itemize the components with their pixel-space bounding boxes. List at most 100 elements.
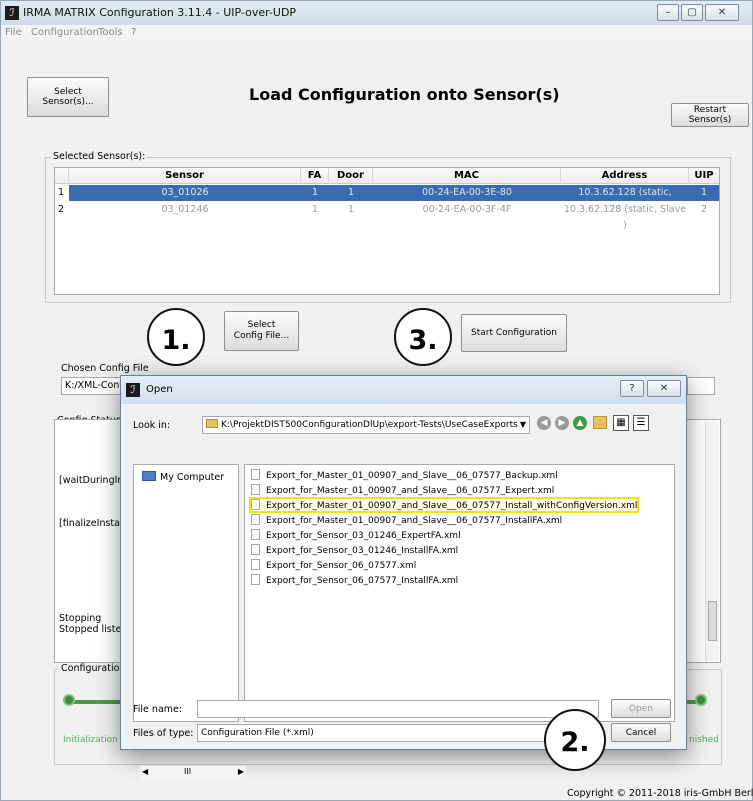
sidebar-item-my-computer[interactable]: My Computer <box>142 471 224 483</box>
select-sensor-button[interactable]: Select Sensor(s)... <box>27 77 109 117</box>
file-icon <box>251 574 260 585</box>
cell-fa: 1 <box>311 204 319 215</box>
annotation-step-2: 2. <box>544 709 606 771</box>
chosen-config-field-end <box>687 377 715 395</box>
open-dialog: ℐ Open ? ✕ Look in: K:\ProjektDIST500Con… <box>120 375 687 779</box>
select-config-label-1: Select <box>247 320 276 330</box>
restart-sensor-button[interactable]: Restart Sensor(s) <box>671 103 749 127</box>
file-name: Export_for_Master_01_00907_and_Slave__06… <box>266 501 638 511</box>
forward-icon[interactable]: ▶ <box>555 416 569 430</box>
sidebar-pane: My Computer ◀ III ▶ <box>133 464 246 779</box>
cell-mac: 00-24-EA-00-3F-4F <box>422 204 512 215</box>
open-button[interactable]: Open <box>611 699 671 718</box>
file-name: Export_for_Sensor_03_01246_InstallFA.xml <box>266 546 459 556</box>
cell-door: 1 <box>347 204 355 215</box>
look-in-label: Look in: <box>133 420 171 431</box>
sidebar-scrollbar[interactable]: ◀ III ▶ <box>140 765 246 779</box>
sensor-table: Sensor FA Door MAC Address UIP 1 03_0102… <box>54 167 720 295</box>
list-item[interactable]: Export_for_Sensor_03_01246_InstallFA.xml <box>251 544 458 556</box>
cell-mac: 00-24-EA-00-3E-80 <box>422 187 512 198</box>
annotation-step-1: 1. <box>147 308 205 366</box>
cell-sensor: 03_01246 <box>161 204 209 215</box>
list-item[interactable]: Export_for_Master_01_00907_and_Slave__06… <box>251 514 562 526</box>
app-logo-icon: ℐ <box>5 6 19 20</box>
file-name: Export_for_Master_01_00907_and_Slave__06… <box>266 516 563 526</box>
list-item[interactable]: Export_for_Sensor_06_07577_InstallFA.xml <box>251 574 458 586</box>
menu-bar: File Configuration Tools ? <box>1 25 752 40</box>
close-button[interactable]: ✕ <box>705 4 739 21</box>
file-icon <box>251 514 260 525</box>
dialog-body: Look in: K:\ProjektDIST500ConfigurationD… <box>127 406 680 779</box>
dialog-help-button[interactable]: ? <box>620 380 644 397</box>
menu-help[interactable]: ? <box>131 25 136 40</box>
file-icon <box>251 469 260 480</box>
row-index: 1 <box>55 185 69 201</box>
detail-view-icon[interactable]: ▦ <box>613 415 629 431</box>
cell-uip: 1 <box>700 187 708 198</box>
minimize-button[interactable]: – <box>657 4 679 21</box>
table-header: Sensor FA Door MAC Address UIP <box>55 168 719 184</box>
status-line: Stopping <box>59 613 102 624</box>
table-row[interactable]: 1 03_01026 1 1 00-24-EA-00-3E-80 10.3.62… <box>55 185 719 214</box>
computer-icon <box>142 471 156 481</box>
list-item[interactable]: Export_for_Sensor_03_01246_ExpertFA.xml <box>251 529 461 541</box>
file-name: Export_for_Sensor_06_07577.xml <box>266 561 417 571</box>
start-configuration-button[interactable]: Start Configuration <box>461 314 567 352</box>
title-bar: ℐ IRMA MATRIX Configuration 3.11.4 - UIP… <box>1 1 752 25</box>
file-type-label: Files of type: <box>133 728 194 739</box>
cell-uip: 2 <box>700 204 708 215</box>
new-folder-icon[interactable] <box>593 416 607 429</box>
selected-sensors-label: Selected Sensor(s): <box>51 151 148 162</box>
progress-label-initialization: Initialization <box>63 735 118 745</box>
header-fa[interactable]: FA <box>301 168 329 184</box>
chosen-config-label: Chosen Config File <box>61 363 149 374</box>
select-config-file-button[interactable]: Select Config File... <box>224 311 299 351</box>
file-icon <box>251 544 260 555</box>
cell-address: 10.3.62.128 (static, Slave ) <box>563 204 687 231</box>
menu-file[interactable]: File <box>5 25 22 40</box>
progress-label-finished: nished <box>689 735 719 745</box>
back-icon[interactable]: ◀ <box>537 416 551 430</box>
header-sensor[interactable]: Sensor <box>69 168 301 184</box>
file-name-input[interactable] <box>197 700 599 718</box>
header-address[interactable]: Address <box>561 168 689 184</box>
file-type-value: Configuration File (*.xml) <box>201 728 314 738</box>
cancel-button[interactable]: Cancel <box>611 723 671 742</box>
table-row[interactable]: 2 03_01246 1 1 00-24-EA-00-3F-4F 10.3.62… <box>55 202 719 231</box>
scrollbar-thumb[interactable] <box>708 601 717 641</box>
status-scrollbar[interactable] <box>705 421 719 661</box>
list-item[interactable]: Export_for_Master_01_00907_and_Slave__06… <box>251 484 554 496</box>
scroll-right-icon[interactable]: ▶ <box>238 767 244 776</box>
app-logo-icon: ℐ <box>126 383 140 397</box>
header-door[interactable]: Door <box>329 168 373 184</box>
look-in-path: K:\ProjektDIST500ConfigurationDlUp\expor… <box>221 420 518 430</box>
header-index <box>55 168 69 184</box>
cell-fa: 1 <box>311 187 319 198</box>
dialog-close-button[interactable]: ✕ <box>647 380 681 397</box>
header-mac[interactable]: MAC <box>373 168 561 184</box>
file-name: Export_for_Master_01_00907_and_Slave__06… <box>266 486 555 496</box>
annotation-step-3: 3. <box>394 308 452 366</box>
row-index: 2 <box>58 204 65 215</box>
folder-icon <box>206 419 218 428</box>
list-item[interactable]: Export_for_Master_01_00907_and_Slave__06… <box>248 497 640 513</box>
maximize-button[interactable]: ▢ <box>681 4 703 21</box>
copyright-text: Copyright © 2011-2018 iris-GmbH Berlin <box>567 788 753 799</box>
list-view-icon[interactable]: ☰ <box>633 415 649 431</box>
scroll-thumb[interactable]: III <box>184 767 191 776</box>
look-in-combo[interactable]: K:\ProjektDIST500ConfigurationDlUp\expor… <box>202 416 530 434</box>
up-folder-icon[interactable]: ▲ <box>573 416 587 430</box>
cell-sensor: 03_01026 <box>161 187 209 198</box>
file-icon <box>251 559 260 570</box>
file-icon <box>251 484 260 495</box>
file-type-select[interactable]: Configuration File (*.xml) ▼ <box>197 724 599 742</box>
dialog-title: Open <box>146 384 173 395</box>
menu-tools[interactable]: Tools <box>98 25 123 40</box>
list-item[interactable]: Export_for_Master_01_00907_and_Slave__06… <box>251 469 558 481</box>
sidebar-item-label: My Computer <box>160 472 225 483</box>
select-config-label-2: Config File... <box>233 331 290 341</box>
header-uip[interactable]: UIP <box>689 168 719 184</box>
scroll-left-icon[interactable]: ◀ <box>142 767 148 776</box>
menu-configuration[interactable]: Configuration <box>31 25 99 40</box>
list-item[interactable]: Export_for_Sensor_06_07577.xml <box>251 559 416 571</box>
